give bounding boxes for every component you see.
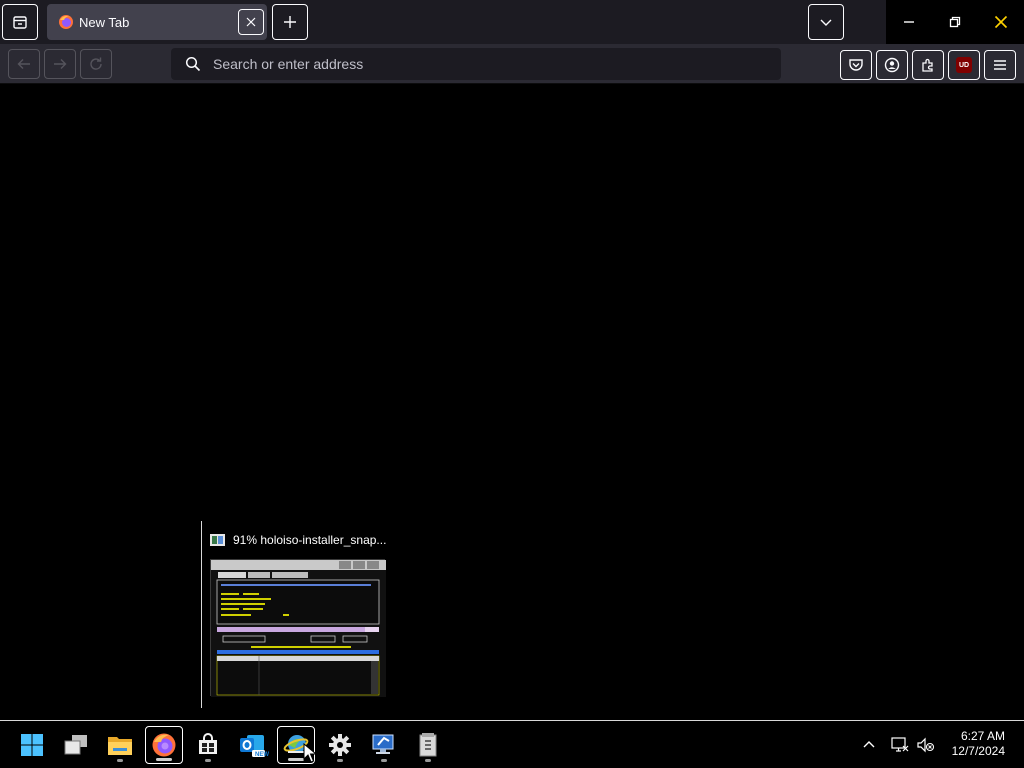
archive-app-button[interactable] (409, 726, 447, 764)
system-clock[interactable]: 6:27 AM 12/7/2024 (952, 729, 1005, 759)
running-indicator (117, 759, 123, 762)
settings-button[interactable] (321, 726, 359, 764)
minimize-icon (904, 21, 914, 23)
folder-icon (108, 737, 132, 755)
arrow-right-icon (54, 59, 67, 69)
address-input[interactable] (213, 56, 753, 72)
show-hidden-icons-button[interactable] (859, 735, 879, 755)
outlook-button[interactable]: NEW (233, 726, 271, 764)
archive-icon (419, 733, 437, 757)
ublock-origin-icon: UD (956, 57, 972, 73)
back-button[interactable] (8, 49, 40, 79)
file-explorer-button[interactable] (101, 726, 139, 764)
tab-close-button[interactable] (238, 9, 264, 35)
tab-new-tab[interactable]: New Tab (47, 4, 267, 40)
forward-button[interactable] (44, 49, 76, 79)
preview-title: 91% holoiso-installer_snap... (233, 533, 387, 547)
tab-title: New Tab (79, 14, 130, 30)
running-indicator (425, 759, 431, 762)
running-indicator (381, 759, 387, 762)
search-icon (185, 56, 201, 72)
chevron-down-icon (820, 19, 832, 26)
preview-thumbnail (210, 559, 386, 697)
firefox-view-button[interactable] (2, 4, 38, 40)
list-all-tabs-button[interactable] (808, 4, 844, 40)
close-icon (994, 15, 1008, 29)
volume-button[interactable] (916, 735, 936, 755)
ublock-origin-button[interactable]: UD (948, 50, 980, 80)
clock-date: 12/7/2024 (951, 744, 1005, 758)
windows-start-icon (21, 734, 43, 756)
running-indicator (156, 758, 172, 761)
account-button[interactable] (876, 50, 908, 80)
running-indicator (205, 759, 211, 762)
new-tab-button[interactable] (272, 4, 308, 40)
network-status-button[interactable] (890, 735, 910, 755)
restore-icon (949, 16, 961, 28)
firefox-icon (152, 733, 176, 757)
download-manager-icon (210, 534, 225, 546)
pocket-icon (849, 59, 863, 71)
task-view-icon (64, 735, 87, 755)
page-content (0, 85, 1024, 720)
chevron-up-icon (863, 741, 875, 748)
mouse-cursor-icon (303, 743, 317, 763)
account-icon (884, 57, 900, 73)
close-icon (246, 17, 256, 27)
pocket-button[interactable] (840, 50, 872, 80)
plus-icon (284, 16, 296, 28)
app-menu-button[interactable] (984, 50, 1016, 80)
minimize-button[interactable] (886, 0, 932, 44)
restore-button[interactable] (932, 0, 978, 44)
gear-icon (329, 734, 351, 756)
task-view-button[interactable] (57, 726, 95, 764)
puzzle-icon (922, 58, 933, 72)
firefox-taskbar-button[interactable] (145, 726, 183, 764)
firefox-icon (59, 15, 73, 29)
address-bar[interactable] (171, 48, 781, 80)
remote-desktop-button[interactable] (365, 726, 403, 764)
ublock-badge-text: UD (958, 61, 970, 69)
taskbar-thumbnail-preview[interactable]: 91% holoiso-installer_snap... (201, 521, 396, 708)
remote-desktop-icon (372, 734, 394, 754)
reload-icon (90, 57, 102, 70)
network-icon (891, 737, 909, 752)
navigation-toolbar: UD (0, 44, 1024, 84)
extensions-button[interactable] (912, 50, 944, 80)
reload-button[interactable] (80, 49, 112, 79)
taskbar: NEW 6:27 AM 12/7/2024 (0, 720, 1024, 768)
title-bar: New Tab (0, 0, 1024, 44)
start-button[interactable] (13, 726, 51, 764)
firefox-view-icon (13, 16, 27, 29)
running-indicator (288, 758, 304, 761)
microsoft-store-button[interactable] (189, 726, 227, 764)
new-badge: NEW (255, 752, 269, 758)
running-indicator (337, 759, 343, 762)
close-window-button[interactable] (978, 0, 1024, 44)
clock-time: 6:27 AM (960, 729, 1005, 743)
store-icon (199, 733, 217, 754)
download-window-thumbnail (211, 560, 386, 697)
arrow-left-icon (17, 59, 30, 69)
hamburger-menu-icon (994, 60, 1006, 70)
volume-muted-icon (917, 737, 935, 753)
